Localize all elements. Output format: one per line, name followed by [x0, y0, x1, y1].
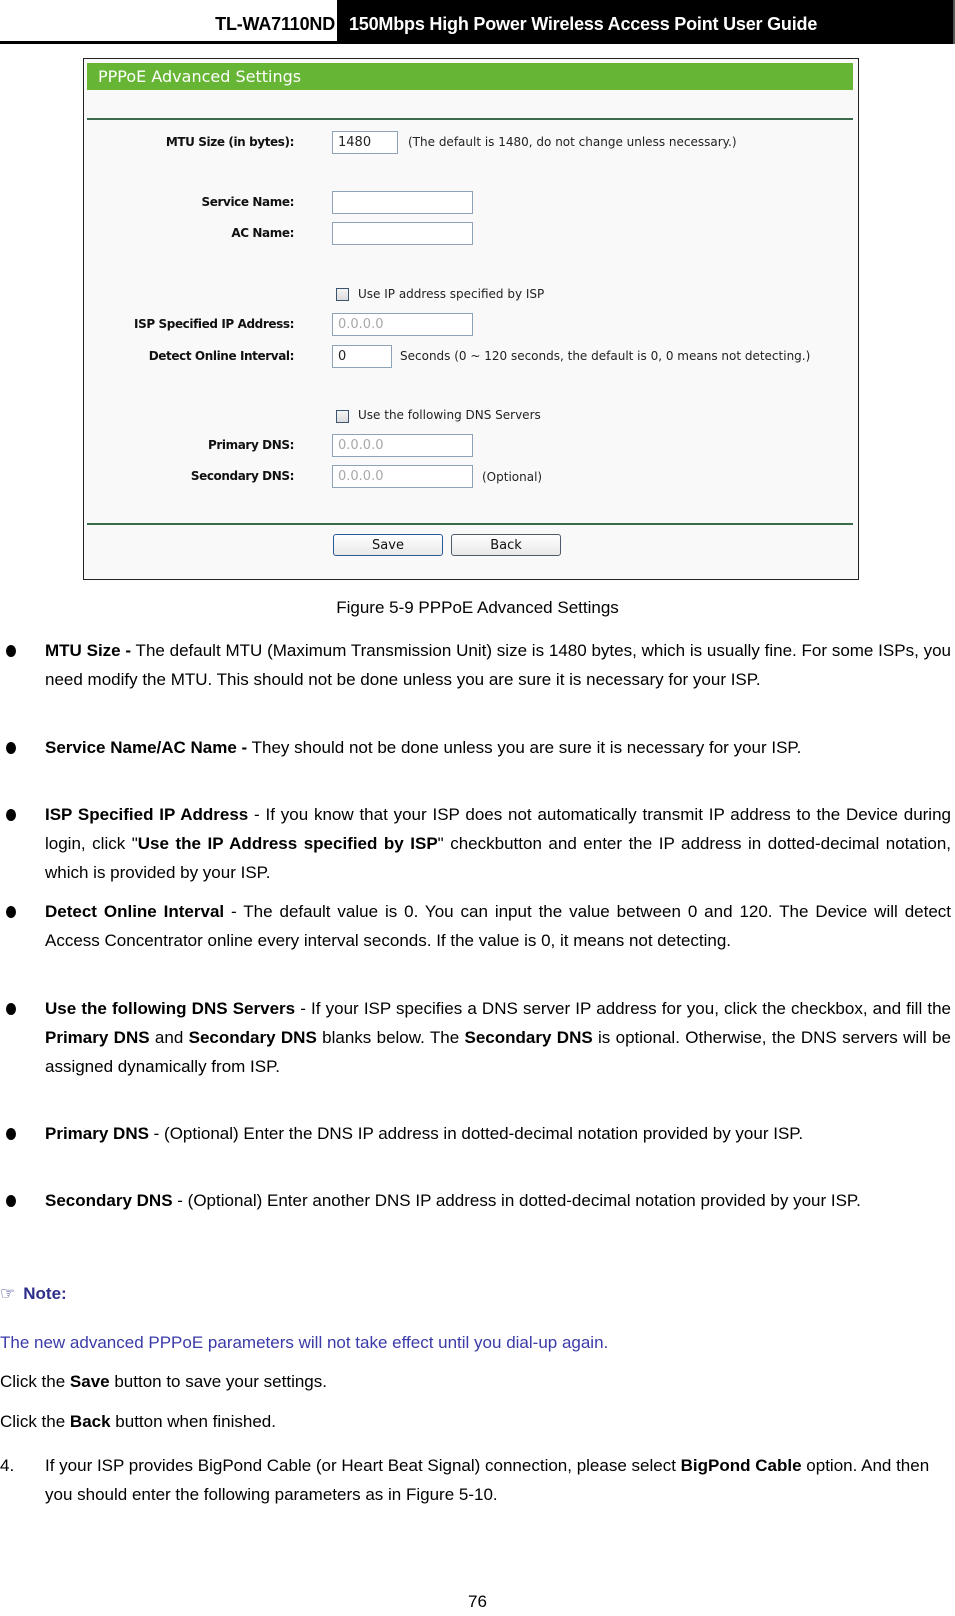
bullet-bold: Secondary DNS — [464, 1028, 593, 1047]
instruction-text: button when finished. — [110, 1412, 276, 1431]
bullet-detect-online-interval: Detect Online Interval - The default val… — [0, 897, 955, 955]
bullet-mtu-size: MTU Size - The default MTU (Maximum Tran… — [0, 636, 955, 694]
step-bold: BigPond Cable — [680, 1456, 802, 1475]
bullet-use-dns-servers: Use the following DNS Servers - If your … — [0, 994, 955, 1081]
guide-title: 150Mbps High Power Wireless Access Point… — [337, 0, 955, 44]
bullet-text: - (Optional) Enter the DNS IP address in… — [148, 1124, 804, 1143]
bullet-primary-dns: Primary DNS - (Optional) Enter the DNS I… — [0, 1119, 955, 1148]
panel-title: PPPoE Advanced Settings — [87, 63, 853, 90]
mtu-size-label: MTU Size (in bytes): — [165, 135, 295, 149]
bullet-dot — [6, 1003, 16, 1015]
bullet-text: They should not be done unless you are s… — [247, 738, 802, 757]
secondary-dns-label: Secondary DNS: — [190, 469, 295, 483]
instruction-text: Click the — [0, 1412, 70, 1431]
pointing-hand-icon: ☞ — [0, 1284, 16, 1303]
instruction-bold: Back — [69, 1412, 111, 1431]
detect-interval-label: Detect Online Interval: — [148, 349, 295, 363]
mtu-size-input[interactable]: 1480 — [332, 131, 398, 154]
primary-dns-input[interactable]: 0.0.0.0 — [332, 434, 473, 457]
bullet-term: Secondary DNS — [45, 1191, 173, 1210]
service-name-label: Service Name: — [201, 195, 295, 209]
bullet-bold: Use the IP Address specified by ISP — [137, 834, 438, 853]
bullet-dot — [6, 1128, 16, 1140]
bullet-text: blanks below. The — [316, 1028, 465, 1047]
mtu-size-hint: (The default is 1480, do not change unle… — [408, 135, 737, 149]
pppoe-advanced-settings-panel: PPPoE Advanced Settings MTU Size (in byt… — [83, 58, 859, 580]
bullet-dot — [6, 809, 16, 821]
service-name-input[interactable] — [332, 191, 473, 214]
back-button[interactable]: Back — [451, 534, 561, 556]
step-number: 4. — [0, 1456, 15, 1475]
bullet-text: - If your ISP specifies a DNS server IP … — [295, 999, 952, 1018]
instruction-bold: Save — [69, 1372, 110, 1391]
back-instruction: Click the Back button when finished. — [0, 1412, 276, 1432]
note-heading: ☞ Note: — [0, 1284, 67, 1304]
step-text: If your ISP provides BigPond Cable (or H… — [45, 1456, 681, 1475]
page-number: 76 — [468, 1592, 487, 1611]
bullet-term: MTU Size - — [45, 641, 132, 660]
bullet-secondary-dns: Secondary DNS - (Optional) Enter another… — [0, 1186, 955, 1215]
use-isp-ip-checkbox[interactable] — [336, 288, 349, 301]
bullet-dot — [6, 645, 16, 657]
secondary-dns-optional-hint: (Optional) — [482, 470, 543, 484]
use-dns-checkbox-label[interactable]: Use the following DNS Servers — [358, 408, 541, 422]
bullet-term: ISP Specified IP Address — [45, 805, 249, 824]
note-text: The new advanced PPPoE parameters will n… — [0, 1333, 609, 1352]
use-isp-ip-checkbox-label[interactable]: Use IP address specified by ISP — [358, 287, 544, 301]
secondary-dns-input[interactable]: 0.0.0.0 — [332, 465, 473, 488]
bullet-bold: Secondary DNS — [188, 1028, 317, 1047]
ac-name-label: AC Name: — [231, 226, 294, 240]
step-4: 4. If your ISP provides BigPond Cable (o… — [0, 1451, 951, 1509]
instruction-text: button to save your settings. — [109, 1372, 327, 1391]
header-rule — [0, 41, 953, 44]
bullet-term: Primary DNS — [45, 1124, 149, 1143]
bullet-text: and — [149, 1028, 189, 1047]
bullet-dot — [6, 906, 16, 918]
bullet-text: The default MTU (Maximum Transmission Un… — [45, 641, 951, 689]
isp-ip-address-label: ISP Specified IP Address: — [134, 317, 294, 331]
primary-dns-label: Primary DNS: — [208, 438, 294, 452]
bullet-isp-specified-ip: ISP Specified IP Address - If you know t… — [0, 800, 955, 887]
isp-ip-address-input[interactable]: 0.0.0.0 — [332, 313, 473, 336]
bullet-term: Use the following DNS Servers — [45, 999, 296, 1018]
bullet-service-ac-name: Service Name/AC Name - They should not b… — [0, 733, 955, 762]
figure-caption: Figure 5-9 PPPoE Advanced Settings — [336, 598, 619, 617]
product-model: TL-WA7110ND — [215, 14, 335, 34]
bullet-dot — [6, 1195, 16, 1207]
ac-name-input[interactable] — [332, 222, 473, 245]
use-dns-checkbox[interactable] — [336, 410, 349, 423]
bullet-term: Service Name/AC Name - — [45, 738, 248, 757]
bullet-text: - (Optional) Enter another DNS IP addres… — [172, 1191, 861, 1210]
detect-interval-input[interactable]: 0 — [332, 345, 392, 368]
panel-divider-top — [87, 118, 853, 120]
detect-interval-hint: Seconds (0 ~ 120 seconds, the default is… — [400, 349, 811, 363]
instruction-text: Click the — [0, 1372, 70, 1391]
bullet-bold: Primary DNS — [45, 1028, 150, 1047]
save-button[interactable]: Save — [333, 534, 443, 556]
bullet-dot — [6, 742, 16, 754]
save-instruction: Click the Save button to save your setti… — [0, 1372, 327, 1392]
note-heading-text: Note: — [23, 1284, 67, 1303]
panel-divider-bottom — [87, 523, 853, 525]
page-header: TL-WA7110ND 150Mbps High Power Wireless … — [0, 0, 955, 44]
bullet-term: Detect Online Interval — [45, 902, 225, 921]
